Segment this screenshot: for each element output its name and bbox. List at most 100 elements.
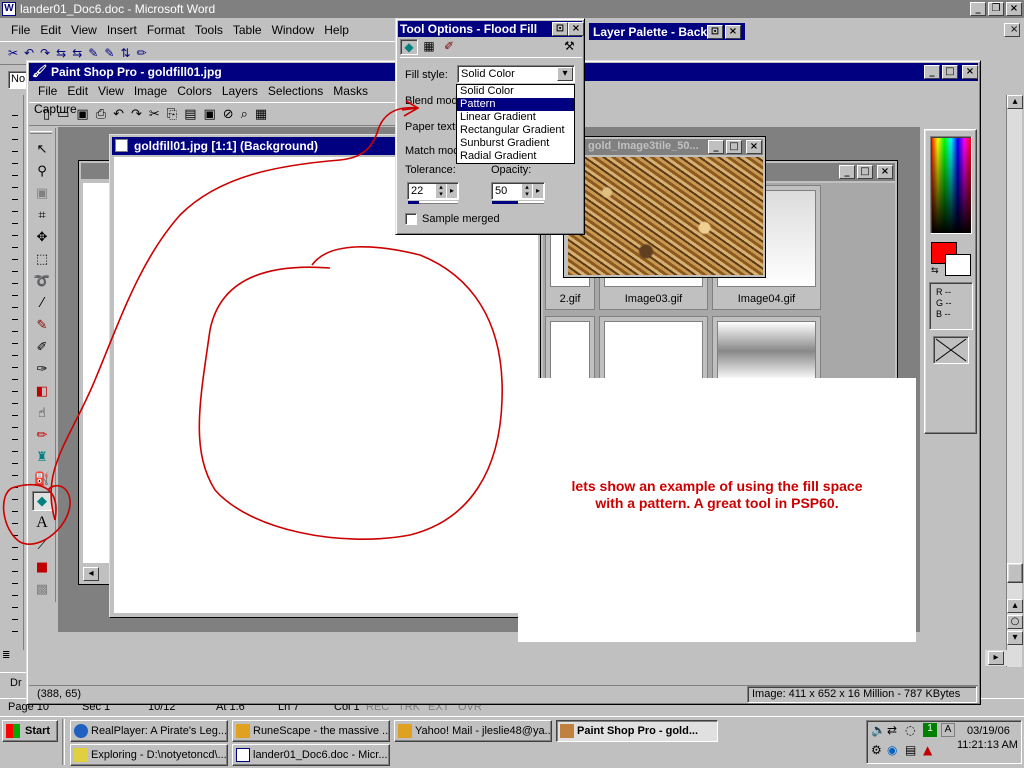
no-style-swatch[interactable] [933, 336, 969, 364]
word-menu-insert[interactable]: Insert [102, 21, 142, 39]
brush-tab-icon[interactable]: ✐ [440, 39, 458, 55]
psp-menu-edit[interactable]: Edit [62, 82, 93, 100]
word-menu-table[interactable]: Table [228, 21, 267, 39]
task-paint-shop-pro[interactable]: Paint Shop Pro - gold... [556, 720, 718, 742]
flood-fill-tab-icon[interactable]: ◆ [400, 39, 418, 55]
task-exploring[interactable]: Exploring - D:\notyetoncd\... [70, 744, 228, 766]
text-tool-icon[interactable]: A [32, 513, 52, 533]
scroll-prev-page-icon[interactable]: ▴ [1007, 599, 1023, 613]
tool-options-pin-button[interactable]: ⊡ [552, 22, 568, 36]
browser-thumb-6[interactable] [712, 316, 821, 386]
psp-minimize-button[interactable]: _ [924, 65, 940, 79]
tile-close-button[interactable]: × [746, 140, 762, 154]
layer-palette-pin-button[interactable]: ⊡ [707, 25, 723, 39]
word-menu-help[interactable]: Help [319, 21, 354, 39]
word-menu-tools[interactable]: Tools [190, 21, 228, 39]
clock-date[interactable]: 03/19/06 [967, 725, 1010, 737]
tile-minimize-button[interactable]: _ [708, 140, 724, 154]
fill-option-rectangular-gradient[interactable]: Rectangular Gradient [457, 124, 574, 137]
start-button[interactable]: Start [2, 720, 58, 742]
browser-thumb-5[interactable] [599, 316, 708, 386]
deformation-tool-icon[interactable]: ▣ [32, 183, 52, 203]
tray-icon-9[interactable]: ▲ [923, 743, 932, 757]
tool-options-settings-icon[interactable]: ⚒ [564, 39, 575, 53]
opacity-dropdown-icon[interactable]: ▸ [533, 184, 543, 198]
magic-wand-icon[interactable]: ⁄ [32, 293, 52, 313]
fill-style-select[interactable]: Solid Color ▾ [457, 65, 575, 83]
browser-thumb-4[interactable] [545, 316, 595, 386]
word-restore-button[interactable]: ❐ [988, 2, 1004, 16]
mouse-icon[interactable]: ◌ [905, 723, 915, 737]
word-menu-edit[interactable]: Edit [35, 21, 66, 39]
shape-tool-icon[interactable]: ■ [32, 557, 52, 577]
vector-object-tool-icon[interactable]: ▩ [32, 579, 52, 599]
word-right-scrollbar[interactable]: ▴ ▴ ○ ▾ [1006, 95, 1023, 667]
psp-menu-image[interactable]: Image [129, 82, 172, 100]
fill-option-pattern[interactable]: Pattern [457, 98, 574, 111]
line-tool-icon[interactable]: ⟋ [32, 535, 52, 555]
color-spectrum[interactable] [930, 136, 972, 234]
back-doc-scroll-left-icon[interactable]: ◂ [83, 567, 99, 581]
eraser-tool-icon[interactable]: ✏ [32, 425, 52, 445]
clone-brush-icon[interactable]: ✑ [32, 359, 52, 379]
opacity-spin-icon[interactable]: ▴ ▾ [522, 184, 532, 198]
retouch-tool-icon[interactable]: ☝ [32, 403, 52, 423]
browser-maximize-button[interactable]: □ [857, 165, 873, 179]
tray-icon-6[interactable]: ⚙ [871, 743, 882, 757]
task-realplayer[interactable]: RealPlayer: A Pirate's Leg... [70, 720, 228, 742]
dropper-tool-icon[interactable]: ✎ [32, 315, 52, 335]
tolerance-spin-icon[interactable]: ▴ ▾ [436, 184, 446, 198]
word-menu-file[interactable]: File [6, 21, 35, 39]
mover-tool-icon[interactable]: ✥ [32, 227, 52, 247]
airbrush-tool-icon[interactable]: ⛽ [32, 469, 52, 489]
volume-icon[interactable]: 🔈 [871, 723, 886, 737]
word-minimize-button[interactable]: _ [970, 2, 986, 16]
swap-colors-icon[interactable]: ⇆ [931, 266, 939, 276]
scroll-up-icon[interactable]: ▴ [1007, 95, 1023, 109]
word-hscroll-right[interactable]: ▸ [985, 650, 1022, 666]
psp-menu-masks[interactable]: Masks [328, 82, 373, 100]
psp-menu-selections[interactable]: Selections [263, 82, 328, 100]
tool-options-close-button[interactable]: × [568, 22, 584, 36]
browser-minimize-button[interactable]: _ [839, 165, 855, 179]
tolerance-dropdown-icon[interactable]: ▸ [447, 184, 457, 198]
psp-toolbar-icons[interactable]: ▯▭▣⎙↶↷✂⎘▤▣⊘⌕▦ [43, 107, 274, 122]
picture-tube-icon[interactable]: ♜ [32, 447, 52, 467]
tolerance-input[interactable]: 22 ▴ ▾ ▸ [407, 182, 459, 200]
word-menu-view[interactable]: View [66, 21, 102, 39]
fill-option-sunburst-gradient[interactable]: Sunburst Gradient [457, 137, 574, 150]
crop-tool-icon[interactable]: ⌗ [32, 205, 52, 225]
color-replacer-icon[interactable]: ◧ [32, 381, 52, 401]
word-doc-close-button[interactable]: × [1004, 23, 1020, 37]
fill-option-linear-gradient[interactable]: Linear Gradient [457, 111, 574, 124]
zoom-tool-icon[interactable]: ⚲ [32, 161, 52, 181]
opacity-slider[interactable] [492, 201, 544, 204]
fill-style-dropdown-icon[interactable]: ▾ [557, 67, 573, 81]
tray-icon-8[interactable]: ▤ [905, 743, 916, 757]
scroll-next-page-icon[interactable]: ▾ [1007, 631, 1023, 645]
fill-option-radial-gradient[interactable]: Radial Gradient [457, 150, 574, 163]
hscroll-right-icon[interactable]: ▸ [988, 651, 1004, 665]
paintbrush-tool-icon[interactable]: ✐ [32, 337, 52, 357]
opacity-input[interactable]: 50 ▴ ▾ ▸ [491, 182, 545, 200]
tolerance-slider[interactable] [408, 201, 458, 204]
word-toolbar-icons[interactable]: ✂↶↷⇆⇆✎✎⇅✏ [8, 46, 153, 60]
scroll-thumb[interactable] [1007, 563, 1023, 583]
psp-maximize-button[interactable]: □ [942, 65, 958, 79]
green-tray-icon[interactable]: 1 [923, 723, 937, 737]
word-menu-format[interactable]: Format [142, 21, 190, 39]
scroll-select-browse-icon[interactable]: ○ [1007, 615, 1023, 629]
fill-option-solid-color[interactable]: Solid Color [457, 85, 574, 98]
tile-maximize-button[interactable]: □ [726, 140, 742, 154]
browser-close-button[interactable]: × [877, 165, 893, 179]
psp-close-button[interactable]: × [962, 65, 978, 79]
layer-palette-titlebar[interactable]: Layer Palette - Backg ⊡ × [588, 22, 746, 41]
flood-fill-tool-icon[interactable]: ◆ [32, 491, 52, 511]
layer-palette-close-button[interactable]: × [725, 25, 741, 39]
tray-icon-7[interactable]: ◉ [887, 743, 897, 757]
word-view-buttons[interactable]: ≣ [2, 650, 26, 664]
tool-options-titlebar[interactable]: Tool Options - Flood Fill ⊡ × [398, 21, 584, 37]
language-icon[interactable]: A [941, 723, 955, 737]
network-icon[interactable]: ⇄ [887, 723, 897, 737]
clock-time[interactable]: 11:21:13 AM [957, 739, 1018, 751]
